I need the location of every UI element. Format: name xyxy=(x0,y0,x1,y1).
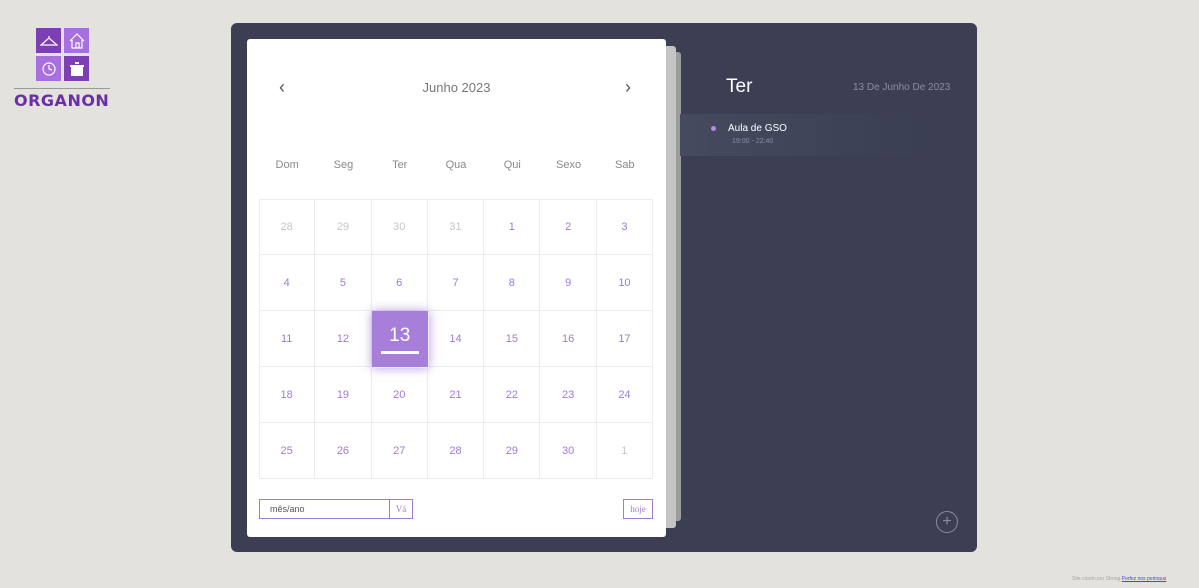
day-cell[interactable]: 14 xyxy=(427,311,485,367)
selected-full-date: 13 De Junho De 2023 xyxy=(853,82,951,93)
event-title: Aula de GSO xyxy=(728,123,787,134)
day-cell[interactable]: 12 xyxy=(315,311,372,367)
house-icon xyxy=(64,28,89,53)
day-cell[interactable]: 2 xyxy=(540,199,597,255)
day-cell[interactable]: 16 xyxy=(540,311,597,367)
credit-text: Site criado por Strong xyxy=(1072,576,1121,582)
day-cell[interactable]: 9 xyxy=(540,255,597,311)
event-time: 19:00 - 22:40 xyxy=(732,138,774,145)
day-cell[interactable]: 21 xyxy=(427,367,485,423)
add-event-button[interactable]: + xyxy=(936,511,958,533)
day-cell[interactable]: 30 xyxy=(540,423,597,479)
weekday-header: Dom Seg Ter Qua Qui Sexo Sab xyxy=(259,159,653,171)
day-grid: 28 29 30 31 1 2 3 4 5 6 7 8 9 10 11 12 13 14 15 16 17 18 19 20 2… xyxy=(259,199,654,479)
weekday-label: Qua xyxy=(445,159,467,171)
day-cell[interactable]: 25 xyxy=(259,423,316,479)
day-cell[interactable]: 6 xyxy=(371,255,428,311)
hanger-icon xyxy=(36,28,61,53)
logo-divider xyxy=(14,88,110,89)
day-cell[interactable]: 24 xyxy=(596,367,654,423)
weekday-label: Dom xyxy=(275,159,299,171)
pot-icon xyxy=(64,56,89,81)
day-cell[interactable]: 29 xyxy=(315,199,372,255)
day-cell[interactable]: 8 xyxy=(484,255,541,311)
day-cell[interactable]: 28 xyxy=(427,423,485,479)
event-item[interactable]: Aula de GSO 19:00 - 22:40 xyxy=(680,114,922,156)
day-cell[interactable]: 31 xyxy=(427,199,485,255)
day-cell[interactable]: 10 xyxy=(596,255,654,311)
day-cell[interactable]: 20 xyxy=(371,367,428,423)
month-title: Junho 2023 xyxy=(422,80,491,95)
weekday-label: Sexo xyxy=(556,159,582,171)
weekday-label: Seg xyxy=(333,159,354,171)
today-button[interactable]: hoje xyxy=(623,499,653,519)
day-cell[interactable]: 30 xyxy=(371,199,428,255)
selected-underline xyxy=(380,350,419,354)
logo-icon-grid xyxy=(36,28,92,84)
day-cell[interactable]: 29 xyxy=(484,423,541,479)
day-cell[interactable]: 28 xyxy=(259,199,316,255)
site-credit: Site criado por Strong Perfez nos perina… xyxy=(1072,576,1166,582)
day-cell[interactable]: 27 xyxy=(371,423,428,479)
day-cell[interactable]: 15 xyxy=(484,311,541,367)
day-cell-number: 13 xyxy=(389,324,411,346)
weekday-label: Sab xyxy=(615,159,635,171)
next-month-button[interactable]: › xyxy=(625,77,631,98)
logo-text: ORGANON xyxy=(14,91,110,110)
day-cell[interactable]: 1 xyxy=(484,199,541,255)
weekday-label: Ter xyxy=(392,159,408,171)
day-cell[interactable]: 3 xyxy=(596,199,654,255)
day-cell[interactable]: 1 xyxy=(596,423,654,479)
weekday-label: Qui xyxy=(503,159,521,171)
goto-date-input[interactable] xyxy=(259,499,389,519)
day-cell[interactable]: 23 xyxy=(540,367,597,423)
credit-link[interactable]: Perfez nos perinaus xyxy=(1122,576,1166,582)
day-cell[interactable]: 22 xyxy=(484,367,541,423)
day-cell[interactable]: 26 xyxy=(315,423,372,479)
day-cell[interactable]: 17 xyxy=(596,311,654,367)
event-dot-icon xyxy=(711,126,716,131)
selected-day-name: Ter xyxy=(726,76,753,97)
day-cell[interactable]: 19 xyxy=(315,367,372,423)
day-cell[interactable]: 18 xyxy=(259,367,316,423)
day-cell[interactable]: 11 xyxy=(259,311,316,367)
day-cell[interactable]: 5 xyxy=(315,255,372,311)
calendar-card: ‹ Junho 2023 › Dom Seg Ter Qua Qui Sexo … xyxy=(247,39,666,537)
go-button[interactable]: Vá xyxy=(389,499,413,519)
day-cell-selected[interactable]: 13 xyxy=(371,311,429,368)
clock-icon xyxy=(36,56,61,81)
day-cell[interactable]: 7 xyxy=(427,255,485,311)
day-cell[interactable]: 4 xyxy=(259,255,316,311)
calendar-footer: Vá hoje xyxy=(259,499,653,519)
